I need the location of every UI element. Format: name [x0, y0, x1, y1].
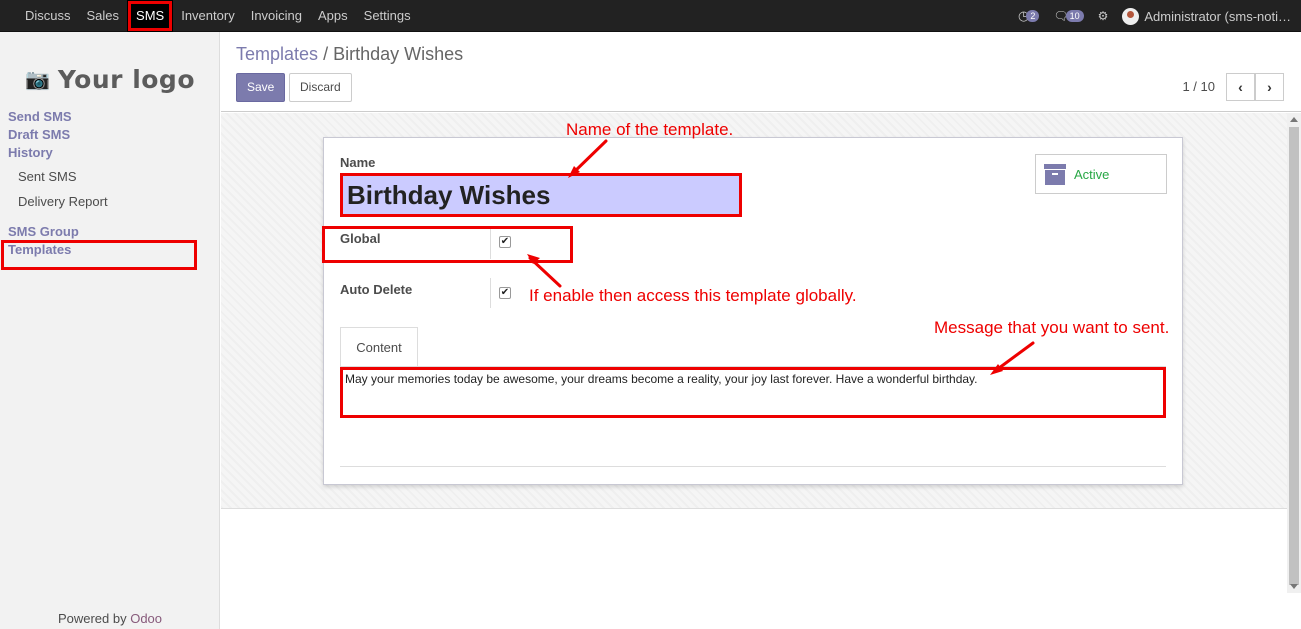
sidebar-item-delivery-report[interactable]: Delivery Report	[18, 194, 108, 209]
breadcrumb-current: Birthday Wishes	[333, 44, 464, 64]
annotation-global: If enable then access this template glob…	[529, 286, 857, 305]
logo-text: Your logo	[57, 64, 196, 94]
chevron-left-icon: ‹	[1238, 79, 1243, 95]
powered-brand-link[interactable]: Odoo	[130, 611, 162, 626]
powered-by: Powered by Odoo	[0, 611, 220, 626]
user-name: Administrator (sms-noti…	[1144, 8, 1291, 24]
control-panel: Templates / Birthday Wishes Save Discard…	[221, 32, 1301, 112]
name-label: Name	[340, 155, 376, 170]
pager-value[interactable]: 1 / 10	[1182, 79, 1215, 94]
menu-inventory[interactable]: Inventory	[173, 0, 242, 32]
sidebar-item-sms-group[interactable]: SMS Group	[8, 224, 79, 239]
annotation-message: Message that you want to sent.	[934, 318, 1170, 337]
scroll-thumb[interactable]	[1289, 127, 1299, 585]
sidebar: 📷 Your logo Send SMS Draft SMS History S…	[0, 32, 220, 629]
message-badge: 10	[1065, 10, 1084, 22]
sidebar-item-history[interactable]: History	[8, 145, 53, 160]
discard-button[interactable]: Discard	[289, 73, 352, 102]
bug-icon[interactable]: ⚙	[1098, 9, 1109, 23]
messaging-menu[interactable]: 🗨 10	[1053, 9, 1084, 23]
menu-discuss[interactable]: Discuss	[17, 0, 79, 32]
menu-settings[interactable]: Settings	[356, 0, 419, 32]
activity-menu[interactable]: ◷ 2	[1018, 8, 1040, 24]
app-menu: Discuss Sales SMS Inventory Invoicing Ap…	[17, 0, 419, 32]
avatar	[1122, 7, 1140, 25]
auto-delete-checkbox[interactable]: ✔	[499, 287, 511, 299]
sidebar-item-send-sms[interactable]: Send SMS	[8, 109, 72, 124]
auto-delete-divider	[490, 278, 491, 308]
menu-apps[interactable]: Apps	[310, 0, 356, 32]
content-highlight-box	[340, 367, 1166, 418]
scroll-up-icon[interactable]	[1290, 117, 1298, 122]
pager-previous-button[interactable]: ‹	[1226, 73, 1255, 101]
user-menu[interactable]: Administrator (sms-noti…	[1122, 7, 1291, 25]
breadcrumb: Templates / Birthday Wishes	[236, 44, 463, 65]
menu-invoicing[interactable]: Invoicing	[243, 0, 310, 32]
archive-icon	[1044, 163, 1066, 185]
active-toggle-button[interactable]: Active	[1035, 154, 1167, 194]
menu-sms[interactable]: SMS	[127, 0, 174, 32]
systray: ◷ 2 🗨 10 ⚙ Administrator (sms-noti…	[1018, 0, 1291, 32]
vertical-scrollbar[interactable]	[1287, 113, 1301, 593]
pager-next-button[interactable]: ›	[1255, 73, 1284, 101]
breadcrumb-separator: /	[323, 44, 329, 64]
tab-content[interactable]: Content	[340, 327, 418, 367]
camera-icon: 📷	[24, 68, 50, 91]
sidebar-item-sent-sms[interactable]: Sent SMS	[18, 169, 77, 184]
global-highlight-box	[322, 226, 573, 263]
sidebar-item-draft-sms[interactable]: Draft SMS	[8, 127, 70, 142]
breadcrumb-templates[interactable]: Templates	[236, 44, 318, 64]
company-logo[interactable]: 📷 Your logo	[20, 52, 200, 106]
powered-prefix: Powered by	[57, 611, 131, 626]
templates-highlight-box	[1, 240, 197, 270]
chevron-right-icon: ›	[1267, 79, 1272, 95]
menu-sales[interactable]: Sales	[79, 0, 128, 32]
sheet-bottom-divider	[340, 466, 1166, 467]
auto-delete-label: Auto Delete	[340, 282, 413, 297]
top-navbar: Discuss Sales SMS Inventory Invoicing Ap…	[0, 0, 1301, 32]
activity-badge: 2	[1026, 10, 1040, 22]
annotation-name: Name of the template.	[566, 120, 734, 139]
active-label: Active	[1074, 166, 1110, 182]
scroll-down-icon[interactable]	[1290, 584, 1298, 589]
save-button[interactable]: Save	[236, 73, 286, 102]
name-highlight-box	[340, 173, 742, 217]
